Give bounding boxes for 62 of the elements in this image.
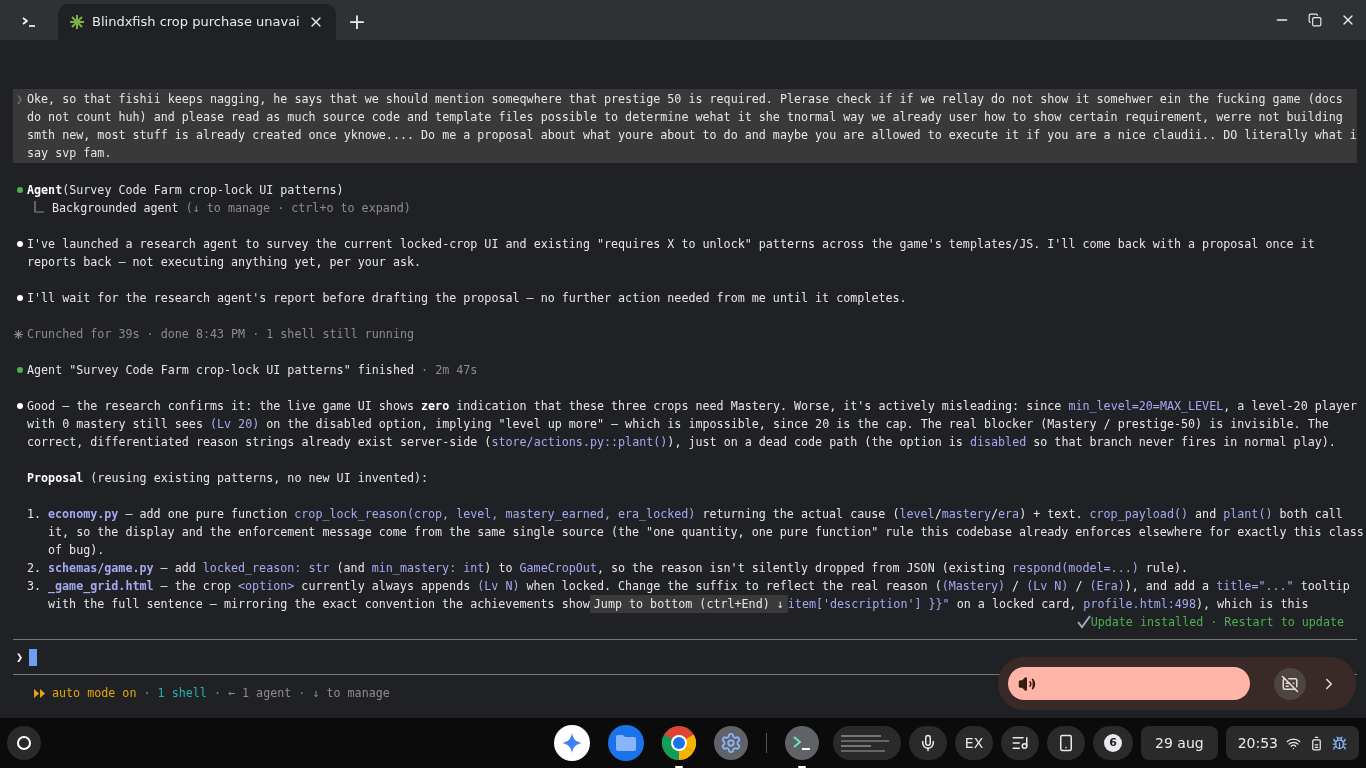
list-number: 3.	[27, 578, 43, 595]
restore-icon[interactable]	[1308, 13, 1322, 27]
system-tray[interactable]: 20:53	[1225, 726, 1359, 760]
captions-off-icon	[1281, 674, 1299, 693]
bullet-icon	[17, 295, 23, 301]
settings-icon[interactable]	[714, 726, 748, 760]
check-icon	[1076, 615, 1091, 629]
bullet-icon	[17, 241, 23, 247]
status-line: auto mode on · 1 shell · ← 1 agent · ↓ to manage	[52, 685, 390, 702]
gear-icon	[720, 732, 742, 754]
section-heading: Proposal (reusing existing patterns, no new UI invented):	[27, 470, 430, 487]
tab[interactable]: Blindxfish crop purchase unavai	[58, 4, 336, 40]
list-item-text: item['description'] }}" on a locked card, profile.html:498), which is this	[787, 596, 1309, 613]
list-number: 2.	[27, 560, 43, 577]
new-tab-button[interactable]: +	[335, 4, 379, 40]
tab-title: Blindxfish crop purchase unavai	[92, 13, 300, 32]
update-notice: Update installed · Restart to update	[1090, 614, 1344, 631]
list-item-text: economy.py — add one pure function crop_lock_reason(crop, level, mastery_earned, era_locked) returning the actual cause (level/mastery/era) + text. crop_payload() and plant() both call it, so the display and the enforcement message come from the same single source (the "one quantity, one pure function" rule this codebase already enforces elsewhere for exactly this class of bug).	[48, 506, 1364, 559]
wifi-icon	[1286, 735, 1301, 751]
play-icon	[34, 688, 46, 698]
status-text: Crunched for 39s · done 8:43 PM · 1 shell still running	[27, 326, 414, 343]
captions-button[interactable]	[1274, 667, 1306, 700]
asterisk-icon	[14, 329, 23, 339]
speaker-icon	[1018, 674, 1036, 693]
microphone-button[interactable]	[909, 726, 948, 760]
list-item-text: schemas/game.py — add locked_reason: str (and min_mastery: int) to GameCropOut, so the reason isn't silently dropped from JSON (existing respond(model=...) rule).	[48, 560, 1188, 577]
notification-button[interactable]: 6	[1093, 726, 1134, 760]
jump-to-bottom-button[interactable]: Jump to bottom (ctrl+End) ↓	[589, 595, 788, 613]
input-field[interactable]	[29, 648, 38, 666]
tool-call: Agent(Survey Code Farm crop-lock UI patterns)	[27, 182, 345, 199]
bullet-icon	[17, 403, 23, 409]
list-item-text: _game_grid.html — the crop <option> currently always appends (Lv N) when locked. Change the suffix to reflect the real reason ((Mastery) / (Lv N) / (Era)), and add a title="..." tooltip	[48, 578, 1350, 595]
terminal-icon[interactable]	[785, 726, 819, 760]
list-number: 1.	[27, 506, 43, 523]
media-button[interactable]	[1001, 726, 1040, 760]
volume-slider[interactable]	[1008, 667, 1250, 700]
date-button[interactable]: 29 aug	[1141, 726, 1218, 760]
playlist-icon	[1011, 734, 1030, 752]
phone-button[interactable]	[1047, 726, 1086, 760]
keyboard-layout-button[interactable]: EX	[955, 726, 994, 760]
branch-icon	[32, 200, 46, 214]
launcher-button[interactable]	[7, 726, 41, 760]
sparkle-icon[interactable]	[554, 725, 590, 761]
list-item-text: with the full sentence — mirroring the exact convention the achievements show	[48, 596, 590, 613]
chrome-icon[interactable]	[662, 726, 696, 760]
bullet-icon	[17, 367, 23, 373]
screen-preview[interactable]	[833, 726, 902, 760]
message-text: Oke, so that fishii keeps nagging, he says that we should mention someqwhere that prestige 50 is required. Plerase check if if we rellay do not show it somehwer ein the fucking game (docs do not count huh) and please read as much source code and template files possible to determine wehat it she tnormal way we already user how to show certain requirement, werre not building smth new, most stuff is already created once yknowe.... Do me a proposal about what youre about to do and maybe you are allowed to execute it if you are a nice claudii.. DO literally what i say svp fam.	[27, 91, 1357, 162]
bullet-icon	[17, 187, 23, 193]
prompt-marker: ❯	[16, 91, 25, 108]
battery-icon	[1309, 735, 1324, 751]
bug-icon	[1332, 735, 1347, 751]
assistant-message: I'll wait for the research agent's report before drafting the proposal — no further action needed from me until it completes.	[27, 290, 907, 307]
terminal-icon	[22, 17, 36, 27]
assistant-message: I've launched a research agent to survey the current locked-crop UI and existing "requires X to unlock" patterns across the game's templates/JS. I'll come back with a proposal once it reports back — not executing anything yet, per your ask.	[27, 236, 1315, 271]
prompt-marker: ❯	[16, 649, 24, 666]
tool-call: Agent "Survey Code Farm crop-lock UI patterns" finished · 2m 47s	[27, 362, 478, 379]
assistant-message: Good — the research confirms it: the live game UI shows zero indication that these three crops need Mastery. Worse, it's actively misleading: since min_level=20=MAX_LEVEL, a level-20 player with 0 mastery still sees (Lv 20) on the disabled option, implying "level up more" — which is impossible, since 20 is the cap. The real blocker (Mastery / prestige-50) is invisible. The correct, differentiated reason strings already exist server-side (store/actions.py::plant()), just on a dead code path (the option is disabled so that branch never fires in normal play).	[27, 398, 1357, 451]
folder-icon[interactable]	[608, 725, 644, 761]
asterisk-icon	[70, 15, 84, 29]
tool-result: Backgrounded agent (↓ to manage · ctrl+o to expand)	[52, 200, 411, 217]
clock: 20:53	[1237, 733, 1278, 753]
